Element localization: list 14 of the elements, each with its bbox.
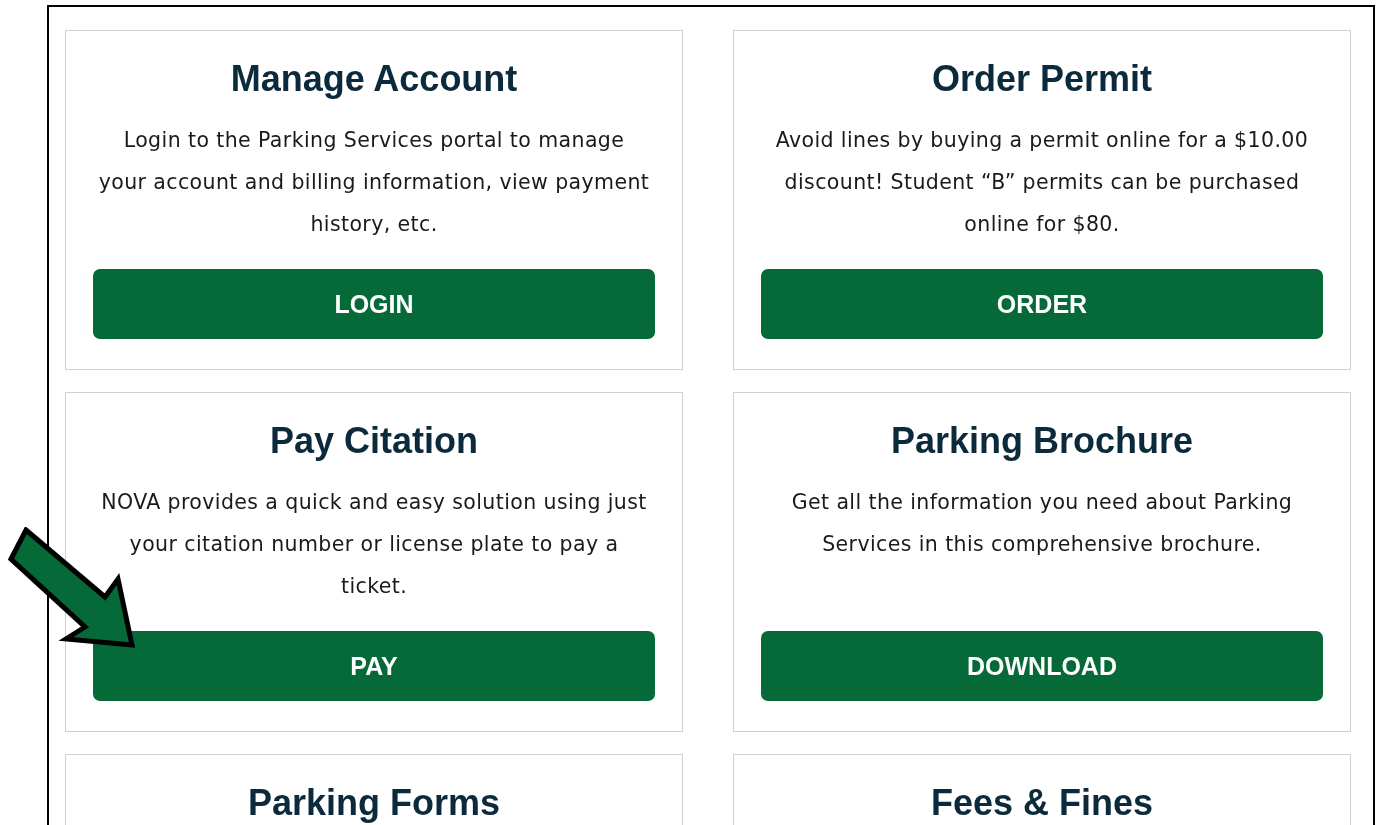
card-title: Pay Citation — [268, 419, 479, 463]
card-title: Order Permit — [930, 57, 1154, 101]
card-button[interactable]: PAY — [93, 631, 655, 701]
card-description: NOVA provides a quick and easy solution using just your citation number or license plate to pay a ticket. — [100, 489, 648, 600]
card-button[interactable]: LOGIN — [93, 269, 655, 339]
card-title: Parking Forms — [246, 781, 502, 825]
card-description: Get all the information you need about Parking Services in this comprehensive brochure. — [790, 489, 1294, 558]
card-title: Fees & Fines — [929, 781, 1155, 825]
card-button[interactable]: ORDER — [761, 269, 1323, 339]
card-description: Login to the Parking Services portal to manage your account and billing information, view payment history, etc. — [98, 127, 650, 238]
card-title: Parking Brochure — [889, 419, 1195, 463]
card-button[interactable]: DOWNLOAD — [761, 631, 1323, 701]
card-description: Avoid lines by buying a permit online for a $10.00 discount! Student “B” permits can be purchased online for $80. — [774, 127, 1310, 238]
card-title: Manage Account — [229, 57, 519, 101]
